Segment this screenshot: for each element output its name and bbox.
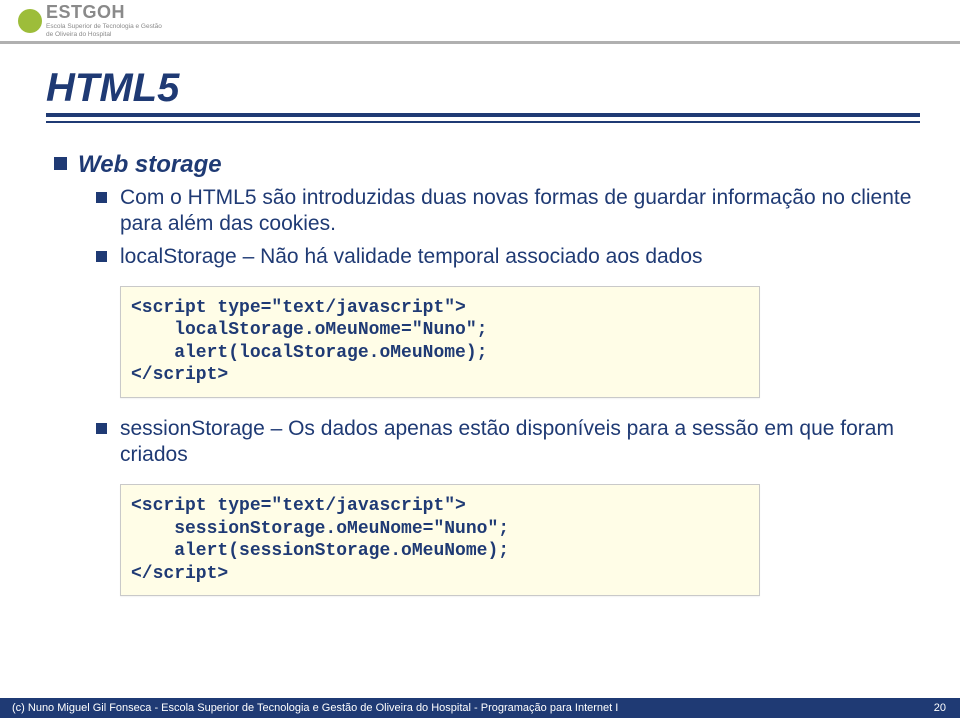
code-box-localstorage: <script type="text/javascript"> localSto…	[120, 286, 760, 398]
title-block: HTML5	[46, 66, 920, 123]
logo-text: ESTGOH Escola Superior de Tecnologia e G…	[46, 2, 162, 39]
bullet-level2-intro: Com o HTML5 são introduzidas duas novas …	[40, 185, 920, 238]
code-box-sessionstorage: <script type="text/javascript"> sessionS…	[120, 484, 760, 596]
code-localstorage: <script type="text/javascript"> localSto…	[131, 297, 753, 387]
slide-body: HTML5 Web storage Com o HTML5 são introd…	[0, 44, 960, 596]
bullet-level1: Web storage	[40, 151, 920, 179]
header-bar: ESTGOH Escola Superior de Tecnologia e G…	[0, 0, 960, 44]
bullet-level2-intro-text: Com o HTML5 são introduzidas duas novas …	[120, 186, 911, 235]
footer-credits: (c) Nuno Miguel Gil Fonseca - Escola Sup…	[12, 702, 618, 714]
bullet-level2-sessionstorage: sessionStorage – Os dados apenas estão d…	[40, 416, 920, 469]
logo-main: ESTGOH	[46, 2, 162, 23]
logo-sub-line2: de Oliveira do Hospital	[46, 32, 162, 39]
bullet-level2-localstorage: localStorage – Não há validade temporal …	[40, 244, 920, 270]
bullet-level2-sessionstorage-text: sessionStorage – Os dados apenas estão d…	[120, 417, 894, 466]
bullet-level1-text: Web storage	[78, 151, 222, 178]
logo: ESTGOH Escola Superior de Tecnologia e G…	[18, 2, 162, 39]
page-title: HTML5	[46, 66, 920, 111]
title-rule-thin	[46, 121, 920, 123]
title-rule-thick	[46, 113, 920, 117]
logo-mark-icon	[18, 9, 42, 33]
page-number: 20	[934, 702, 946, 714]
footer-bar: (c) Nuno Miguel Gil Fonseca - Escola Sup…	[0, 698, 960, 718]
logo-sub-line1: Escola Superior de Tecnologia e Gestão	[46, 24, 162, 31]
bullet-level2-localstorage-text: localStorage – Não há validade temporal …	[120, 245, 703, 268]
code-sessionstorage: <script type="text/javascript"> sessionS…	[131, 495, 753, 585]
